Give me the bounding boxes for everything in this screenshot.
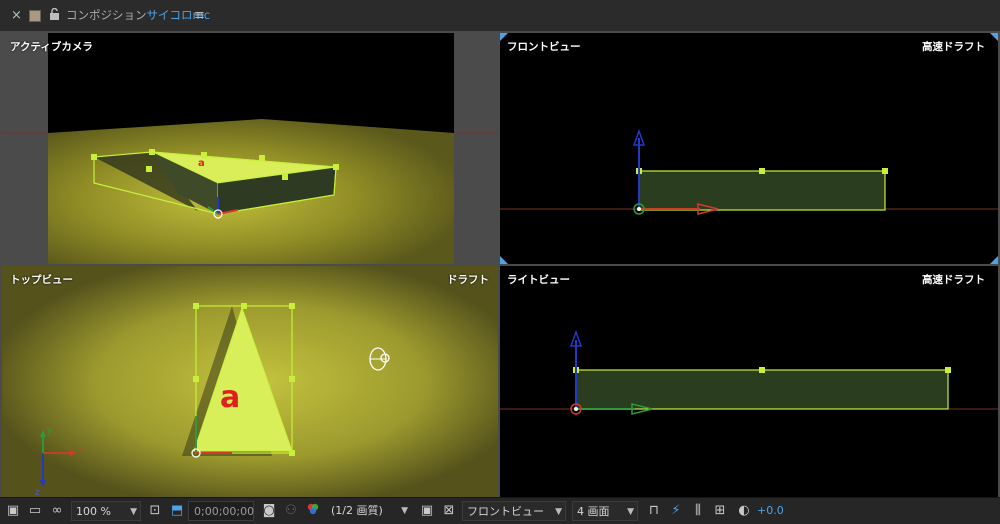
3d-view-value: フロントビュー: [467, 505, 544, 518]
front-view[interactable]: フロントビュー 高速ドラフト: [500, 33, 998, 264]
vr-goggles-icon[interactable]: ∞: [48, 501, 66, 521]
top-view-label: トップビュー: [10, 274, 73, 286]
front-view-scene: [500, 128, 998, 215]
show-snapshot-icon[interactable]: ⚇: [282, 501, 300, 521]
front-view-label: フロントビュー: [507, 41, 581, 53]
chevron-down-icon: ▼: [555, 507, 562, 517]
resolution-value: (1/2 画質): [331, 504, 383, 517]
right-view-quality: 高速ドラフト: [922, 274, 985, 286]
top-view[interactable]: a x y z トップビュー ドラフト: [2, 266, 498, 497]
exposure-value[interactable]: +0.0: [757, 501, 784, 521]
toggle-transparency-icon[interactable]: ⊠: [440, 501, 458, 521]
timeline-icon[interactable]: ⫼: [689, 501, 707, 521]
active-camera-label: アクティブカメラ: [10, 41, 93, 53]
view-corner-top-left: [500, 33, 508, 41]
right-view[interactable]: ライトビュー 高速ドラフト: [500, 266, 998, 497]
composition-color-swatch[interactable]: [29, 10, 41, 22]
view-corner-bottom-left: [500, 256, 508, 264]
pixel-aspect-icon[interactable]: ⊓: [645, 501, 663, 521]
chevron-down-icon: ▼: [627, 507, 634, 517]
zoom-value: 100 %: [76, 505, 111, 518]
right-view-scene: [500, 329, 998, 415]
composition-tab-title[interactable]: コンポジションサイコロmc: [66, 0, 210, 31]
layer-letter: a: [220, 380, 240, 415]
front-view-quality: 高速ドラフト: [922, 41, 985, 53]
monitor-icon[interactable]: ▭: [26, 501, 44, 521]
top-view-quality: ドラフト: [447, 274, 489, 286]
timecode-field[interactable]: 0;00;00;00: [188, 501, 254, 521]
always-preview-icon[interactable]: ▣: [4, 501, 22, 521]
active-camera-view[interactable]: a アクティブカメラ: [2, 33, 498, 264]
svg-text:a: a: [198, 158, 205, 169]
view-corner-bottom-right: [990, 256, 998, 264]
z-axis-label: z: [35, 488, 40, 497]
flowchart-icon[interactable]: ⊞: [711, 501, 729, 521]
view-corner-top-right: [990, 33, 998, 41]
reset-exposure-icon[interactable]: ◐: [735, 501, 753, 521]
zoom-dropdown[interactable]: 100 % ▼: [71, 501, 141, 521]
active-camera-scene: a: [2, 33, 498, 264]
composition-tab-bar: × コンポジションサイコロmc ≡: [0, 0, 1000, 32]
viewer-toolbar: ▣ ▭ ∞ 100 % ▼ ⊡ ⬒ 0;00;00;00 ◙ ⚇ (1/2 画質)…: [0, 497, 1000, 524]
3d-view-dropdown[interactable]: フロントビュー ▼: [462, 501, 566, 521]
close-tab-button[interactable]: ×: [11, 0, 22, 31]
transparency-grid-icon[interactable]: ⬒: [168, 501, 186, 521]
lock-icon[interactable]: [49, 0, 60, 31]
x-axis-label: x: [78, 445, 84, 455]
top-view-scene: a x y z: [2, 266, 498, 497]
snapshot-camera-icon[interactable]: ◙: [260, 501, 278, 521]
fast-draft-icon[interactable]: ⚡: [667, 501, 685, 521]
chevron-down-icon: ▼: [401, 506, 408, 516]
tab-title-prefix: コンポジション: [66, 8, 147, 22]
view-layout-value: 4 画面: [577, 505, 610, 518]
fast-previews-icon[interactable]: ▣: [418, 501, 436, 521]
composition-viewer[interactable]: a アクティブカメラ フロントビュー 高速ドラフト a x y z トップビュー…: [0, 31, 1000, 497]
color-channels-icon[interactable]: [304, 501, 322, 521]
region-of-interest-icon[interactable]: ⊡: [146, 501, 164, 521]
resolution-dropdown[interactable]: (1/2 画質) ▼: [327, 501, 411, 521]
y-axis-label: y: [47, 426, 53, 436]
panel-menu-icon[interactable]: ≡: [194, 0, 205, 31]
right-view-label: ライトビュー: [507, 274, 570, 286]
chevron-down-icon: ▼: [130, 507, 137, 517]
view-layout-dropdown[interactable]: 4 画面 ▼: [572, 501, 638, 521]
